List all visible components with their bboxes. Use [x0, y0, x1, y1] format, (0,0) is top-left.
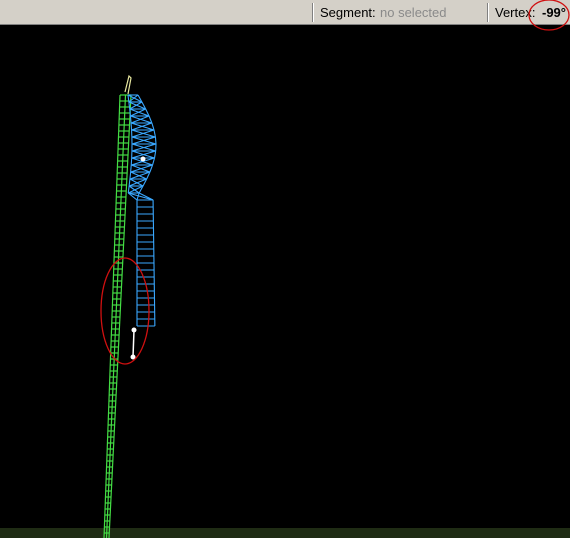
blue-mesh-rail: [130, 164, 132, 173]
blue-mesh-rail: [153, 150, 157, 159]
green-mesh-structure[interactable]: [103, 94, 132, 538]
annotation-ellipse: [528, 0, 570, 31]
mesh-tip: [124, 74, 132, 95]
viewport-overlay: [100, 0, 570, 538]
blue-mesh-rail: [129, 108, 131, 117]
blue-mesh-rail: [153, 129, 156, 138]
blue-mesh-rail: [154, 136, 157, 145]
selected-segment[interactable]: [130, 156, 146, 360]
blue-mesh-structure[interactable]: [127, 94, 157, 327]
blue-mesh-rail: [128, 101, 131, 110]
vertex-handle[interactable]: [131, 327, 137, 333]
blue-mesh-rail: [128, 178, 131, 187]
vertex-handle[interactable]: [140, 156, 146, 162]
green-mesh-rail: [105, 94, 127, 538]
annotation-ellipse: [100, 257, 150, 365]
blue-mesh-rail: [129, 171, 132, 180]
blue-mesh-rail: [129, 115, 132, 124]
blue-mesh-rail: [127, 185, 130, 194]
